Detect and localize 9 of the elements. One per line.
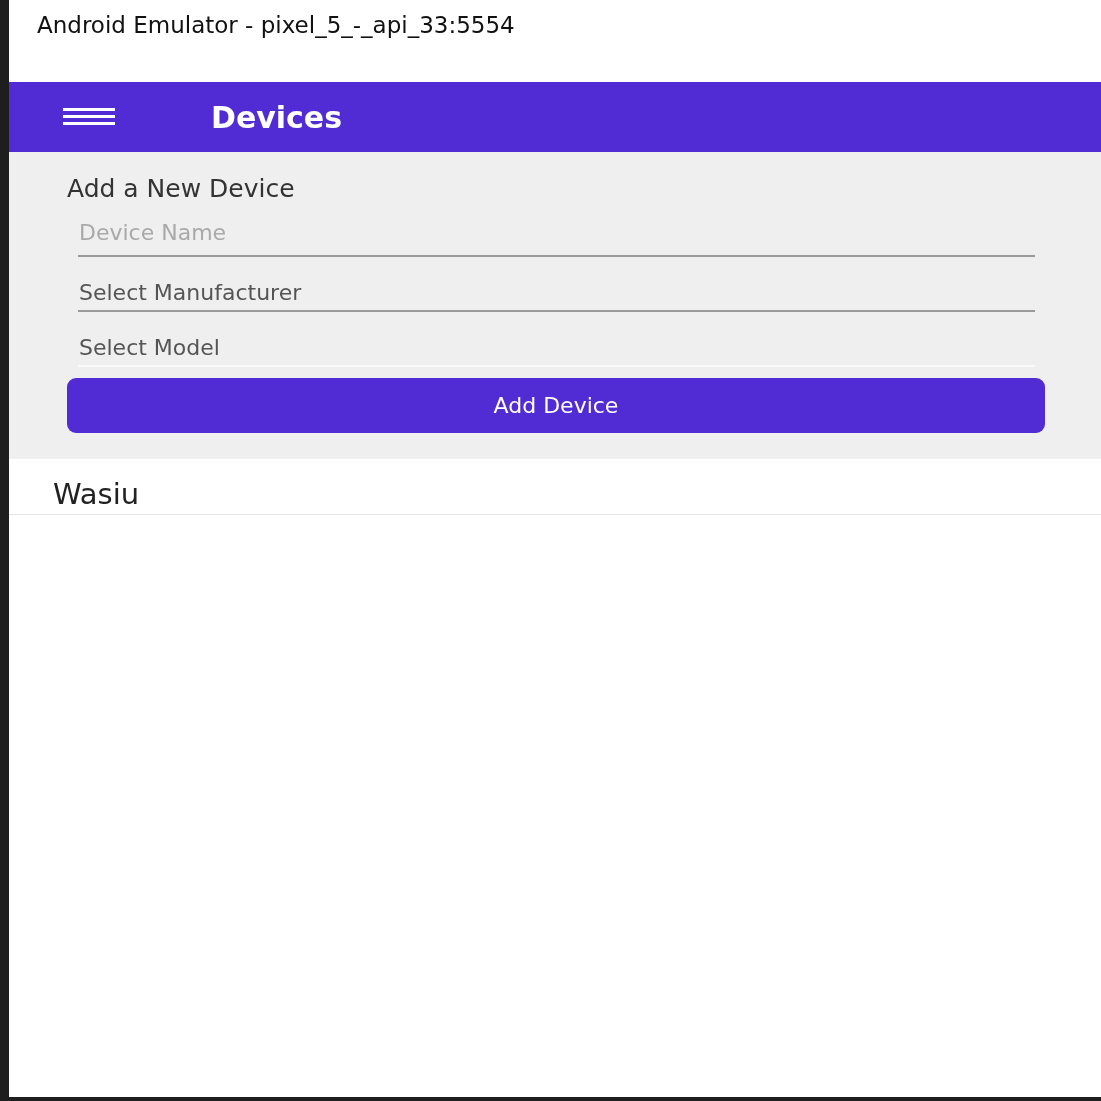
picker-field[interactable]: Select Model [78, 319, 1035, 367]
add-device-button[interactable]: Add Device [67, 378, 1045, 433]
menu-icon[interactable] [63, 108, 115, 126]
form-heading: Add a New Device [67, 174, 296, 203]
device-name-field[interactable]: Device Name [78, 209, 1035, 257]
page-title: Devices [211, 99, 343, 135]
window-title: Android Emulator - pixel_5_-_api_33:5554 [37, 12, 515, 38]
picker-field[interactable]: Select Manufacturer [78, 264, 1035, 312]
device-list-item[interactable]: Wasiu [9, 459, 1101, 515]
